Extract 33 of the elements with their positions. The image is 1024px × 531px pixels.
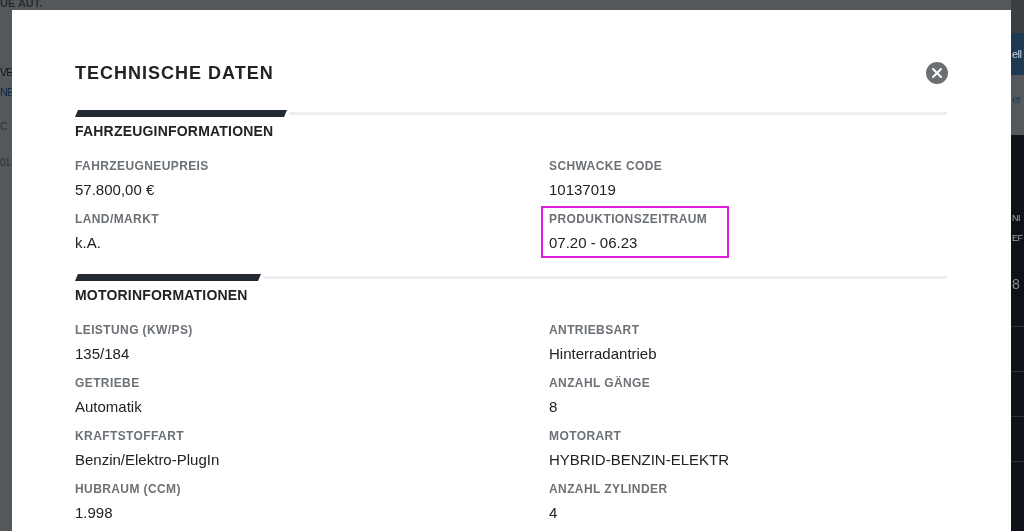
section-title: MOTORINFORMATIONEN [75,287,249,303]
backdrop-text: 8 [1012,275,1021,294]
field-value: 8 [549,398,558,415]
field-value: 4 [549,504,558,521]
field-value: 10137019 [549,181,616,198]
field-label: ANZAHL GÄNGE [549,376,651,390]
field-label: ANTRIEBSART [549,323,640,337]
field-value: 1.998 [75,504,113,521]
field-label: MOTORART [549,429,622,443]
field-label: HUBRAUM (CCM) [75,482,181,496]
field-value: k.A. [75,234,101,251]
backdrop-text: EF [1012,233,1024,244]
field-value: Hinterradantrieb [549,345,657,362]
field-value: Automatik [75,398,142,415]
field-value: 135/184 [75,345,130,362]
field-label: FAHRZEUGNEUPREIS [75,159,209,173]
close-icon [931,67,943,79]
backdrop-header [1011,0,1024,33]
field-value: 07.20 - 06.23 [549,234,638,251]
field-label: LAND/MARKT [75,212,159,226]
field-label: GETRIEBE [75,376,140,390]
field-value: Benzin/Elektro-PlugIn [75,451,220,468]
dialog-title: TECHNISCHE DATEN [75,62,274,84]
field-label: SCHWACKE CODE [549,159,663,173]
field-label: LEISTUNG (KW/PS) [75,323,193,337]
field-value: HYBRID-BENZIN-ELEKTR [549,451,730,468]
close-button[interactable] [926,62,948,84]
section-title: FAHRZEUGINFORMATIONEN [75,123,275,139]
field-value: 57.800,00 € [75,181,155,198]
backdrop-text: NI [1012,213,1021,224]
field-label: ANZAHL ZYLINDER [549,482,668,496]
field-label: KRAFTSTOFFART [75,429,184,443]
field-label: PRODUKTIONSZEITRAUM [549,212,708,226]
